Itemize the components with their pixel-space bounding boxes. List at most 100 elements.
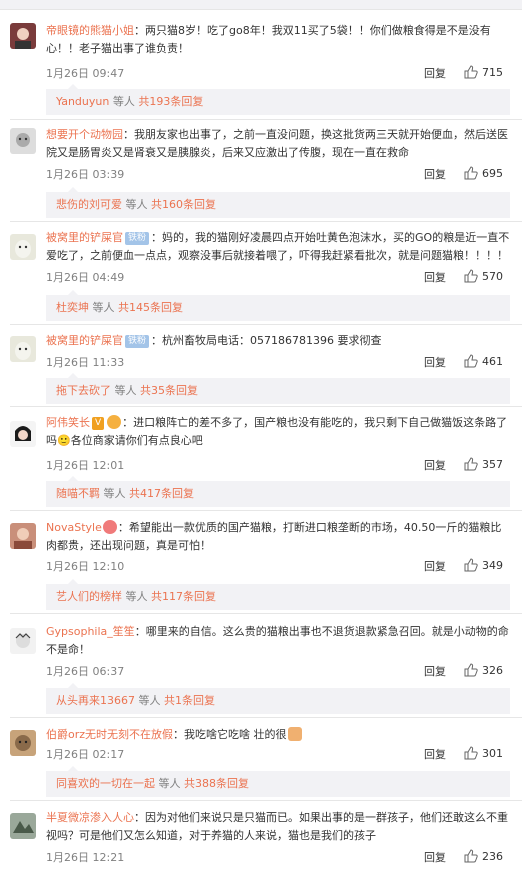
sub-reply-user[interactable]: 随喵不羁 [56, 487, 100, 500]
like-button[interactable]: 326 [464, 663, 510, 677]
like-count: 461 [482, 355, 503, 368]
like-button[interactable]: 461 [464, 354, 510, 368]
comment-time: 1月26日 04:49 [46, 271, 125, 284]
thumbs-up-icon [464, 558, 478, 572]
avatar[interactable] [10, 23, 36, 49]
sub-replies[interactable]: 拖下去砍了 等人 共35条回复 [46, 373, 510, 404]
sub-reply-count[interactable]: 共145条回复 [118, 301, 183, 314]
reply-button[interactable]: 回复 [424, 849, 446, 865]
thumbs-up-icon [464, 166, 478, 180]
sub-replies[interactable]: 从头再来13667 等人 共1条回复 [46, 683, 510, 714]
fan-badge: 铁粉 [125, 232, 150, 245]
sub-reply-mid: 等人 [125, 590, 148, 603]
sub-reply-mid: 等人 [112, 95, 135, 108]
sub-reply-user[interactable]: 同喜欢的一切在一起 [56, 777, 155, 790]
like-count: 570 [482, 270, 503, 283]
thumbs-up-icon [464, 354, 478, 368]
reply-button[interactable]: 回复 [424, 746, 446, 762]
fan-badge: 铁粉 [125, 335, 150, 348]
sub-reply-count[interactable]: 共1条回复 [164, 694, 215, 707]
reply-button[interactable]: 回复 [424, 354, 446, 370]
avatar[interactable] [10, 628, 36, 654]
divider [10, 406, 522, 407]
like-button[interactable]: 570 [464, 269, 510, 283]
sub-reply-count[interactable]: 共417条回复 [129, 487, 194, 500]
like-count: 236 [482, 850, 503, 863]
comment-username[interactable]: 被窝里的铲屎官 [46, 231, 123, 244]
comment-text: ：我吃啥它吃啥 壮的很 [173, 728, 287, 741]
reply-button[interactable]: 回复 [424, 663, 446, 679]
v-badge: V [92, 417, 105, 430]
divider [10, 119, 522, 120]
comment-time: 1月26日 03:39 [46, 168, 125, 181]
reply-button[interactable]: 回复 [424, 457, 446, 473]
sub-reply-count[interactable]: 共117条回复 [151, 590, 216, 603]
comment-username[interactable]: 被窝里的铲屎官 [46, 334, 123, 347]
like-button[interactable]: 695 [464, 166, 510, 180]
reply-button[interactable]: 回复 [424, 65, 446, 81]
sub-reply-mid: 等人 [158, 777, 181, 790]
divider [10, 800, 522, 801]
thumbs-up-icon [464, 269, 478, 283]
divider [10, 221, 522, 222]
like-count: 326 [482, 664, 503, 677]
comment-time: 1月26日 02:17 [46, 748, 125, 761]
like-button[interactable]: 357 [464, 457, 510, 471]
sub-replies[interactable]: 杜奕坤 等人 共145条回复 [46, 290, 510, 321]
like-count: 715 [482, 66, 503, 79]
like-button[interactable]: 715 [464, 65, 510, 79]
sub-replies[interactable]: Yanduyun 等人 共193条回复 [46, 84, 510, 115]
comment-username[interactable]: Gypsophila_笙笙 [46, 625, 135, 638]
sub-reply-count[interactable]: 共388条回复 [184, 777, 249, 790]
like-count: 357 [482, 458, 503, 471]
sub-reply-user[interactable]: 杜奕坤 [56, 301, 89, 314]
thumbs-up-icon [464, 663, 478, 677]
sub-replies[interactable]: 悲伤的刘可爱 等人 共160条回复 [46, 187, 510, 218]
like-button[interactable]: 301 [464, 746, 510, 760]
sub-reply-user[interactable]: Yanduyun [56, 95, 109, 108]
sub-reply-user[interactable]: 艺人们的榜样 [56, 590, 122, 603]
reply-button[interactable]: 回复 [424, 558, 446, 574]
comment-username[interactable]: NovaStyle [46, 521, 102, 534]
divider [10, 324, 522, 325]
divider [10, 717, 522, 718]
reply-button[interactable]: 回复 [424, 166, 446, 182]
avatar[interactable] [10, 421, 36, 447]
previous-reply-summary [0, 0, 522, 10]
sub-reply-count[interactable]: 共35条回复 [140, 384, 198, 397]
sub-reply-user[interactable]: 悲伤的刘可爱 [56, 198, 122, 211]
like-count: 695 [482, 167, 503, 180]
divider [10, 510, 522, 511]
sub-replies[interactable]: 艺人们的榜样 等人 共117条回复 [46, 579, 510, 610]
comment-username[interactable]: 阿伟笑长 [46, 416, 90, 429]
thumbs-up-icon [464, 746, 478, 760]
thumbs-up-icon [464, 457, 478, 471]
comment-username[interactable]: 半夏微凉渗入人心 [46, 811, 134, 824]
emoji-icon [102, 520, 117, 534]
sub-reply-count[interactable]: 共193条回复 [138, 95, 203, 108]
avatar[interactable] [10, 523, 36, 549]
comment-time: 1月26日 11:33 [46, 356, 125, 369]
thumbs-up-icon [464, 65, 478, 79]
comment-time: 1月26日 09:47 [46, 67, 125, 80]
comment-time: 1月26日 12:01 [46, 459, 125, 472]
comment-username[interactable]: 伯爵orz无时无刻不在放假 [46, 728, 173, 741]
sub-replies[interactable]: 随喵不羁 等人 共417条回复 [46, 476, 510, 507]
avatar[interactable] [10, 234, 36, 260]
avatar[interactable] [10, 813, 36, 839]
comment-username[interactable]: 想要开个动物园 [46, 128, 123, 141]
sub-reply-user[interactable]: 从头再来13667 [56, 694, 135, 707]
avatar[interactable] [10, 730, 36, 756]
emoji-icon [107, 415, 122, 429]
divider [10, 613, 522, 614]
avatar[interactable] [10, 128, 36, 154]
sub-replies[interactable]: 同喜欢的一切在一起 等人 共388条回复 [46, 766, 510, 797]
reply-button[interactable]: 回复 [424, 269, 446, 285]
sub-reply-count[interactable]: 共160条回复 [151, 198, 216, 211]
like-count: 349 [482, 559, 503, 572]
avatar[interactable] [10, 336, 36, 362]
sub-reply-user[interactable]: 拖下去砍了 [56, 384, 111, 397]
like-button[interactable]: 349 [464, 558, 510, 572]
comment-username[interactable]: 帝眼镜的熊猫小姐 [46, 24, 134, 37]
like-button[interactable]: 236 [464, 849, 510, 863]
